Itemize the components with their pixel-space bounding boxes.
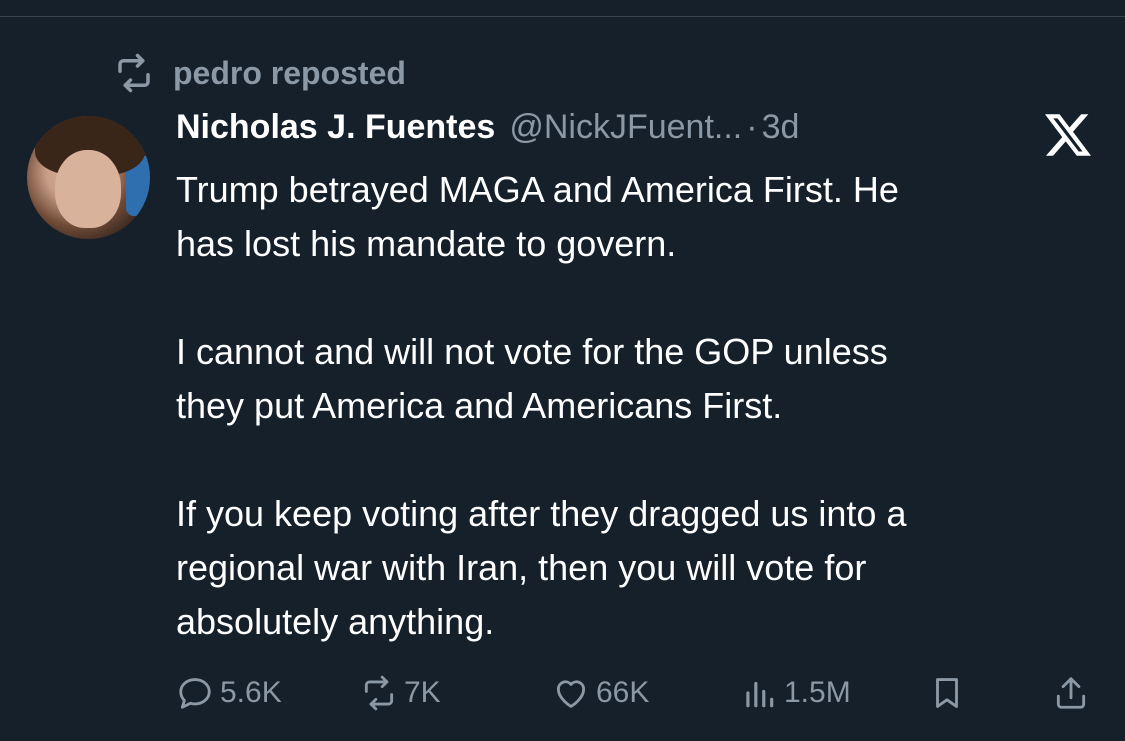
like-button[interactable]: 66K bbox=[552, 670, 649, 716]
tweet-text: Trump betrayed MAGA and America First. H… bbox=[176, 169, 907, 642]
share-icon bbox=[1056, 677, 1086, 709]
views-icon bbox=[746, 681, 774, 708]
repost-label: pedro reposted bbox=[173, 54, 406, 91]
heart-icon bbox=[556, 680, 586, 708]
bookmark-button[interactable] bbox=[928, 670, 972, 716]
repost-icon bbox=[118, 53, 150, 93]
like-count: 66K bbox=[596, 676, 650, 709]
author-name[interactable]: Nicholas J. Fuentes bbox=[176, 108, 495, 147]
tweet-header: Nicholas J. Fuentes @NickJFuent... · 3d bbox=[176, 108, 799, 147]
reply-button[interactable]: 5.6K bbox=[176, 670, 282, 716]
tweet-actions: 5.6K 7K 66K 1.5M bbox=[0, 670, 1125, 720]
repost-context[interactable]: pedro reposted bbox=[113, 52, 406, 94]
repost-icon bbox=[364, 675, 394, 711]
bookmark-icon bbox=[936, 678, 958, 708]
repost-count: 7K bbox=[404, 676, 441, 709]
repost-button[interactable]: 7K bbox=[360, 670, 441, 716]
reply-count: 5.6K bbox=[220, 676, 282, 709]
tweet-time[interactable]: 3d bbox=[762, 108, 800, 147]
avatar[interactable] bbox=[27, 116, 150, 239]
reply-icon bbox=[179, 678, 211, 709]
avatar-face bbox=[55, 150, 121, 228]
views-button[interactable]: 1.5M bbox=[740, 670, 851, 716]
x-logo-icon bbox=[1045, 114, 1091, 156]
separator-dot: · bbox=[746, 108, 758, 146]
author-handle[interactable]: @NickJFuent... bbox=[509, 108, 742, 147]
share-button[interactable] bbox=[1052, 670, 1096, 716]
top-divider bbox=[0, 16, 1125, 17]
views-count: 1.5M bbox=[784, 676, 851, 709]
